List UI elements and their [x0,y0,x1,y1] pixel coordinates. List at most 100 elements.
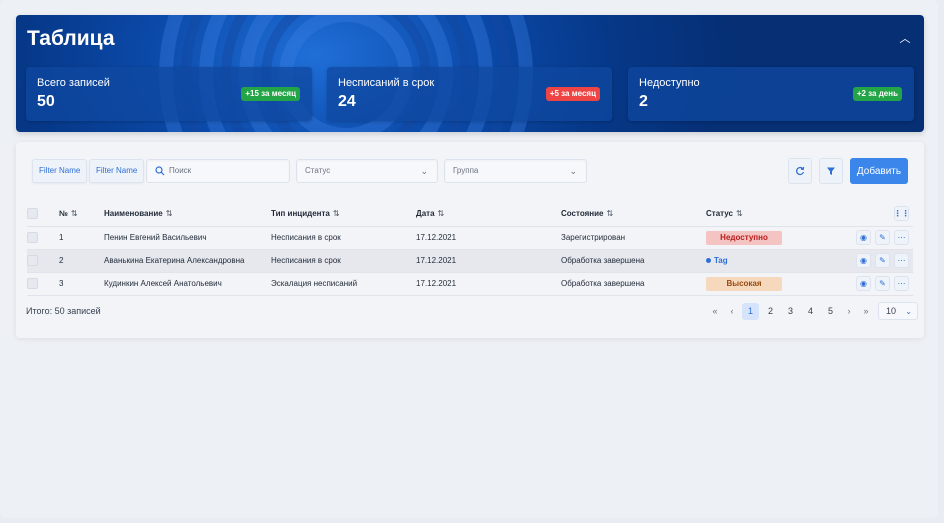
chevron-down-icon: ⌄ [905,306,912,316]
cell-status: Недоступно [706,226,836,250]
cell-status: Высокая [706,272,836,296]
page-frame: Таблица ︿ Всего записей 50 +15 за месяц … [0,0,938,518]
col-status-header[interactable]: Статус ⇅ [706,201,836,227]
col-date-header[interactable]: Дата ⇅ [416,201,561,227]
chevron-down-icon: ⌄ [420,166,428,176]
cell-date: 17.12.2021 [416,272,561,296]
col-state-label: Состояние [561,208,604,218]
stat-value: 24 [338,93,356,110]
cell-num: 1 [59,226,104,250]
stat-card-unavailable: Недоступно 2 +2 за день [628,67,914,121]
first-page-icon[interactable]: « [708,303,722,320]
prev-page-icon[interactable]: ‹ [725,303,739,320]
row-actions: ◉ ✎ ⋯ [836,249,913,273]
tag-dot-icon [706,258,711,264]
page-size-value: 10 [886,306,897,316]
row-checkbox[interactable] [27,232,38,243]
more-icon[interactable]: ⋯ [894,276,909,291]
page-button[interactable]: 3 [782,303,799,320]
row-actions: ◉ ✎ ⋯ [836,226,913,250]
eye-icon[interactable]: ◉ [856,276,871,291]
row-checkbox[interactable] [27,278,38,289]
table-card: Filter Name Filter Name Поиск Статус ⌄ Г… [16,142,924,338]
row-checkbox-cell [27,226,59,250]
status-badge: Недоступно [706,230,782,245]
filter-chip[interactable]: Filter Name [89,159,145,183]
col-status-label: Статус [706,208,733,218]
select-all-checkbox[interactable] [27,207,38,219]
sort-icon[interactable]: ⇅ [438,209,445,218]
cell-type: Несписания в срок [271,226,416,250]
stat-badge: +5 за месяц [545,87,600,101]
sort-icon[interactable]: ⇅ [333,209,340,218]
stat-value: 2 [639,93,648,110]
filter-chip[interactable]: Filter Name [32,159,88,183]
col-date-label: Дата [416,208,435,218]
filter-button[interactable] [819,158,843,184]
status-placeholder: Статус [305,166,331,175]
table-toolbar: Filter Name Filter Name Поиск Статус ⌄ Г… [16,142,924,202]
cell-name: Пенин Евгений Васильевич [104,226,271,250]
sort-icon[interactable]: ⇅ [166,209,173,218]
stat-card-overdue: Несписаний в срок 24 +5 за месяц [327,67,612,121]
page-size-select[interactable]: 10 ⌄ [878,302,918,320]
page-button[interactable]: 2 [762,303,779,320]
column-settings-icon[interactable]: ⋮⋮ [894,205,910,221]
col-type-header[interactable]: Тип инцидента ⇅ [271,201,416,227]
cell-status: Tag [706,249,836,273]
cell-date: 17.12.2021 [416,226,561,250]
col-name-header[interactable]: Наименование ⇅ [104,201,271,227]
last-page-icon[interactable]: » [859,303,873,320]
total-records: Итого: 50 записей [26,306,101,316]
search-field-content: Поиск [155,160,191,182]
eye-icon[interactable]: ◉ [856,230,871,245]
refresh-icon [796,166,805,176]
table-row: 3 Кудинкин Алексей Анатольевич Эскалация… [27,272,913,296]
col-settings-header: ⋮⋮ [836,201,913,227]
cell-state: Обработка завершена [561,272,706,296]
col-num-header[interactable]: № ⇅ [59,201,104,227]
row-checkbox[interactable] [27,255,38,266]
page-button[interactable]: 4 [802,303,819,320]
stat-badge: +2 за день [852,87,902,101]
cell-name: Аванькина Екатерина Александровна [104,249,271,273]
sort-icon[interactable]: ⇅ [71,209,78,218]
add-button[interactable]: Добавить [850,158,908,184]
edit-icon[interactable]: ✎ [875,230,890,245]
more-icon[interactable]: ⋯ [894,253,909,268]
col-state-header[interactable]: Состояние ⇅ [561,201,706,227]
sort-icon[interactable]: ⇅ [606,209,613,218]
page-button[interactable]: 5 [822,303,839,320]
stat-card-total: Всего записей 50 +15 за месяц [26,67,312,121]
cell-num: 3 [59,272,104,296]
stat-label: Всего записей [37,77,110,89]
status-select[interactable]: Статус ⌄ [296,159,438,183]
row-checkbox-cell [27,249,59,273]
stat-label: Несписаний в срок [338,77,435,89]
search-input[interactable]: Поиск [146,159,290,183]
incidents-table: № ⇅ Наименование ⇅ Тип инцидента ⇅ Дата ⇅ Со… [27,201,913,296]
edit-icon[interactable]: ✎ [875,276,890,291]
next-page-icon[interactable]: › [842,303,856,320]
stat-value: 50 [37,93,55,110]
col-num-label: № [59,208,68,218]
table-row: 1 Пенин Евгений Васильевич Несписания в … [27,226,913,250]
header-banner: Таблица ︿ Всего записей 50 +15 за месяц … [16,15,924,132]
more-icon[interactable]: ⋯ [894,230,909,245]
page-button[interactable]: 1 [742,302,759,320]
group-select[interactable]: Группа ⌄ [444,159,587,183]
cell-name: Кудинкин Алексей Анатольевич [104,272,271,296]
eye-icon[interactable]: ◉ [856,253,871,268]
status-badge: Высокая [706,276,782,291]
table-header-row: № ⇅ Наименование ⇅ Тип инцидента ⇅ Дата ⇅ Со… [27,201,913,227]
sort-icon[interactable]: ⇅ [736,209,743,218]
group-placeholder: Группа [453,166,479,175]
chevron-down-icon: ⌄ [569,166,577,176]
table-row: 2 Аванькина Екатерина Александровна Несп… [27,249,913,273]
refresh-button[interactable] [788,158,812,184]
edit-icon[interactable]: ✎ [875,253,890,268]
chevron-up-icon[interactable]: ︿ [896,29,914,47]
row-checkbox-cell [27,272,59,296]
status-tag-label: Tag [714,256,728,265]
cell-type: Эскалация несписаний [271,272,416,296]
